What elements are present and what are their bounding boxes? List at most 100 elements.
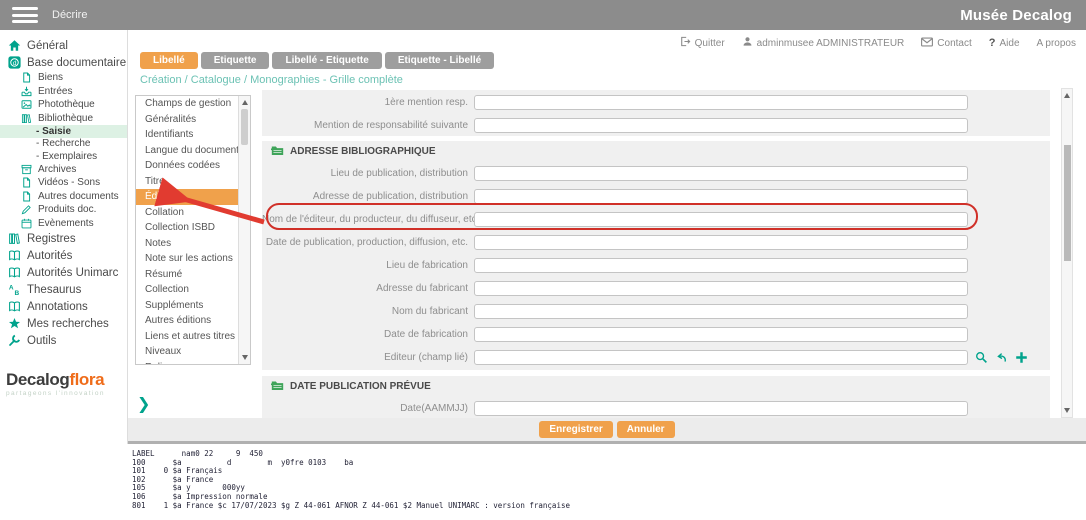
sidebar-item-biens[interactable]: Biens [0, 71, 127, 85]
scroll-down-arrow[interactable] [1064, 408, 1070, 413]
sidebar-item-entrees[interactable]: Entrées [0, 85, 127, 99]
scroll-up-arrow[interactable] [1064, 93, 1070, 98]
tab-etiquette-libelle[interactable]: Etiquette - Libellé [385, 52, 494, 69]
search-icon[interactable] [975, 351, 988, 364]
panel-title-row: ADRESSE BIBLIOGRAPHIQUE [262, 141, 1050, 162]
date-publication-prevue-panel: DATE PUBLICATION PRÉVUE Date(AAMMJJ) [262, 376, 1050, 418]
panel-expand-chevron-icon[interactable]: ❯ [137, 394, 150, 414]
open-book-icon [8, 249, 21, 262]
about-link[interactable]: A propos [1037, 38, 1076, 49]
sidebar-item-thesaurus[interactable]: AB Thesaurus [0, 281, 127, 298]
sidebar-item-base-documentaire[interactable]: d Base documentaire [0, 54, 127, 71]
panel-title: ADRESSE BIBLIOGRAPHIQUE [290, 146, 436, 157]
section-item[interactable]: Données codées [136, 158, 238, 174]
sidebar-item-mes-recherches[interactable]: Mes recherches [0, 315, 127, 332]
section-item[interactable]: Collection [136, 282, 238, 298]
section-item[interactable]: Suppléments [136, 298, 238, 314]
sidebar-item-evenements[interactable]: Evènements [0, 217, 127, 231]
field-label: Nom du fabricant [262, 306, 474, 317]
section-item[interactable]: Champs de gestion [136, 96, 238, 112]
responsibility-panel: 1ère mention resp. Mention de responsabi… [262, 90, 1050, 136]
section-item[interactable]: Identifiants [136, 127, 238, 143]
sidebar-item-label: Vidéos - Sons [38, 177, 100, 188]
logo-text-flora: flora [69, 370, 104, 389]
sidebar-item-general[interactable]: Général [0, 37, 127, 54]
section-item[interactable]: Généralités [136, 112, 238, 128]
sidebar-item-label: Photothèque [38, 99, 95, 110]
lieu-publication-input[interactable] [474, 166, 968, 181]
section-item[interactable]: Niveaux [136, 344, 238, 360]
section-item[interactable]: Note sur les actions [136, 251, 238, 267]
section-item[interactable]: Titre [136, 174, 238, 190]
hamburger-menu-icon[interactable] [12, 7, 38, 23]
date-aammjj-input[interactable] [474, 401, 968, 416]
sidebar-item-videos-sons[interactable]: Vidéos - Sons [0, 176, 127, 190]
tab-libelle-etiquette[interactable]: Libellé - Etiquette [272, 52, 381, 69]
section-list-panel: Champs de gestion Généralités Identifian… [135, 95, 251, 365]
sidebar-item-bibliotheque[interactable]: Bibliothèque [0, 112, 127, 126]
sidebar-item-label: Base documentaire [27, 57, 126, 69]
date-publication-input[interactable] [474, 235, 968, 250]
cancel-button[interactable]: Annuler [617, 421, 675, 438]
adresse-publication-input[interactable] [474, 189, 968, 204]
sidebar-item-registres[interactable]: Registres [0, 230, 127, 247]
sidebar-item-phototheque[interactable]: Photothèque [0, 98, 127, 112]
sidebar-item-annotations[interactable]: Annotations [0, 298, 127, 315]
quit-label: Quitter [695, 38, 725, 49]
sidebar-item-autorites[interactable]: Autorités [0, 247, 127, 264]
sidebar-item-exemplaires[interactable]: - Exemplaires [0, 150, 127, 163]
sidebar-item-recherche[interactable]: - Recherche [0, 138, 127, 151]
quit-link[interactable]: Quitter [680, 36, 725, 50]
section-item-selected[interactable]: Édition [136, 189, 238, 205]
editeur-champ-lie-input[interactable] [474, 350, 968, 365]
mention-resp-suivante-input[interactable] [474, 118, 968, 133]
scroll-thumb[interactable] [1064, 145, 1071, 261]
nom-editeur-input[interactable] [474, 212, 968, 227]
topbar: Décrire Musée Decalog [0, 0, 1086, 30]
section-item[interactable]: Collation [136, 205, 238, 221]
sidebar-item-autres-documents[interactable]: Autres documents [0, 190, 127, 204]
field-label: Lieu de publication, distribution [262, 168, 474, 179]
sidebar-item-autorites-unimarc[interactable]: Autorités Unimarc [0, 264, 127, 281]
scroll-thumb[interactable] [241, 109, 248, 145]
section-list-scrollbar[interactable] [238, 96, 250, 364]
mention-resp-input[interactable] [474, 95, 968, 110]
section-item[interactable]: Collection ISBD [136, 220, 238, 236]
section-item[interactable]: Langue du document [136, 143, 238, 159]
svg-text:d: d [13, 60, 17, 67]
sidebar-item-label: Outils [27, 335, 56, 347]
adresse-bibliographique-panel: ADRESSE BIBLIOGRAPHIQUE Lieu de publicat… [262, 141, 1050, 370]
sidebar-item-outils[interactable]: Outils [0, 332, 127, 349]
section-item[interactable]: Résumé [136, 267, 238, 283]
scroll-down-arrow[interactable] [242, 355, 248, 360]
section-item[interactable]: Notes [136, 236, 238, 252]
nom-fabricant-input[interactable] [474, 304, 968, 319]
panel-title: DATE PUBLICATION PRÉVUE [290, 381, 431, 392]
user-account[interactable]: adminmusee ADMINISTRATEUR [742, 36, 905, 50]
plus-icon[interactable] [1015, 351, 1028, 364]
help-link[interactable]: ? Aide [989, 37, 1020, 49]
section-item[interactable]: Autres éditions [136, 313, 238, 329]
undo-arrow-icon[interactable] [995, 351, 1008, 364]
section-item[interactable]: Reliures [136, 360, 238, 366]
linked-field-actions [975, 351, 1028, 364]
sidebar-item-produits-doc[interactable]: Produits doc. [0, 203, 127, 217]
books-icon [21, 113, 32, 124]
sidebar-item-saisie[interactable]: - Saisie [0, 125, 127, 138]
contact-link[interactable]: Contact [921, 37, 971, 50]
sidebar-item-label: Entrées [38, 86, 72, 97]
lieu-fabrication-input[interactable] [474, 258, 968, 273]
topbar-menu-label[interactable]: Décrire [52, 9, 87, 21]
field-label: Adresse du fabricant [262, 283, 474, 294]
tab-etiquette[interactable]: Etiquette [201, 52, 270, 69]
sidebar-item-archives[interactable]: Archives [0, 163, 127, 177]
main-vertical-scrollbar[interactable] [1061, 88, 1073, 418]
section-item[interactable]: Liens et autres titres [136, 329, 238, 345]
adresse-fabricant-input[interactable] [474, 281, 968, 296]
save-button[interactable]: Enregistrer [539, 421, 612, 438]
marc-record-panel: LABEL nam0 22 9 450 100 $a d m y0fre 010… [128, 441, 1086, 520]
scroll-up-arrow[interactable] [242, 100, 248, 105]
form-row: Lieu de fabrication [262, 254, 1050, 277]
tab-libelle[interactable]: Libellé [140, 52, 198, 69]
date-fabrication-input[interactable] [474, 327, 968, 342]
